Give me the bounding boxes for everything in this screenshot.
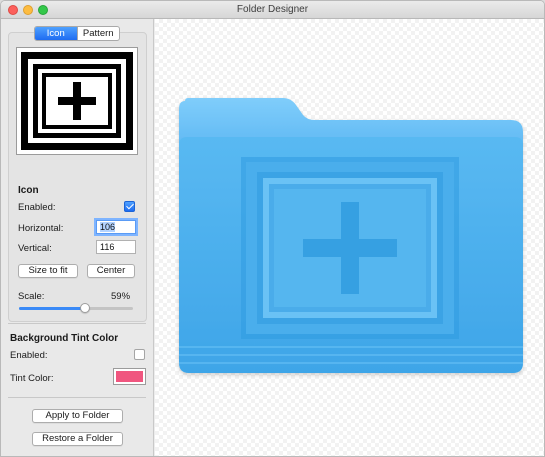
folder-canvas: [155, 19, 544, 456]
tab-icon[interactable]: Icon: [35, 27, 77, 40]
mode-tabs: Icon Pattern: [34, 26, 120, 41]
window-title: Folder Designer: [236, 4, 309, 15]
plus-in-frame-icon: [21, 52, 133, 150]
vertical-field[interactable]: 116: [96, 240, 136, 254]
title-bar: Folder Designer: [1, 1, 544, 19]
scale-label: Scale:: [18, 291, 45, 302]
horizontal-value: 106: [100, 222, 116, 232]
restore-folder-button[interactable]: Restore a Folder: [32, 432, 123, 446]
icon-preview: [16, 47, 138, 155]
horizontal-field[interactable]: 106: [96, 220, 136, 234]
embossed-plus-icon: [241, 157, 459, 339]
tint-enabled-checkbox[interactable]: [134, 349, 145, 360]
section-divider: [8, 323, 146, 324]
folder-preview: [179, 98, 523, 373]
horizontal-label: Horizontal:: [18, 223, 64, 234]
center-button[interactable]: Center: [87, 264, 135, 278]
size-to-fit-button[interactable]: Size to fit: [18, 264, 78, 278]
apply-to-folder-button[interactable]: Apply to Folder: [32, 409, 123, 423]
tint-color-swatch: [116, 371, 143, 382]
actions-divider: [8, 397, 146, 398]
scale-value: 59%: [111, 291, 131, 302]
tint-color-well[interactable]: [113, 368, 146, 385]
scale-slider-fill: [19, 307, 86, 310]
tint-color-label: Tint Color:: [10, 373, 54, 384]
tab-pattern[interactable]: Pattern: [76, 27, 120, 40]
app-window: Folder Designer Icon Pattern Icon Enable…: [0, 0, 545, 457]
icon-enabled-checkbox[interactable]: [124, 201, 135, 212]
tint-enabled-label: Enabled:: [10, 350, 48, 361]
scale-slider[interactable]: [19, 303, 133, 313]
vertical-label: Vertical:: [18, 243, 52, 254]
icon-section-heading: Icon: [18, 185, 39, 196]
tint-section-heading: Background Tint Color: [10, 333, 119, 344]
icon-enabled-label: Enabled:: [18, 202, 56, 213]
